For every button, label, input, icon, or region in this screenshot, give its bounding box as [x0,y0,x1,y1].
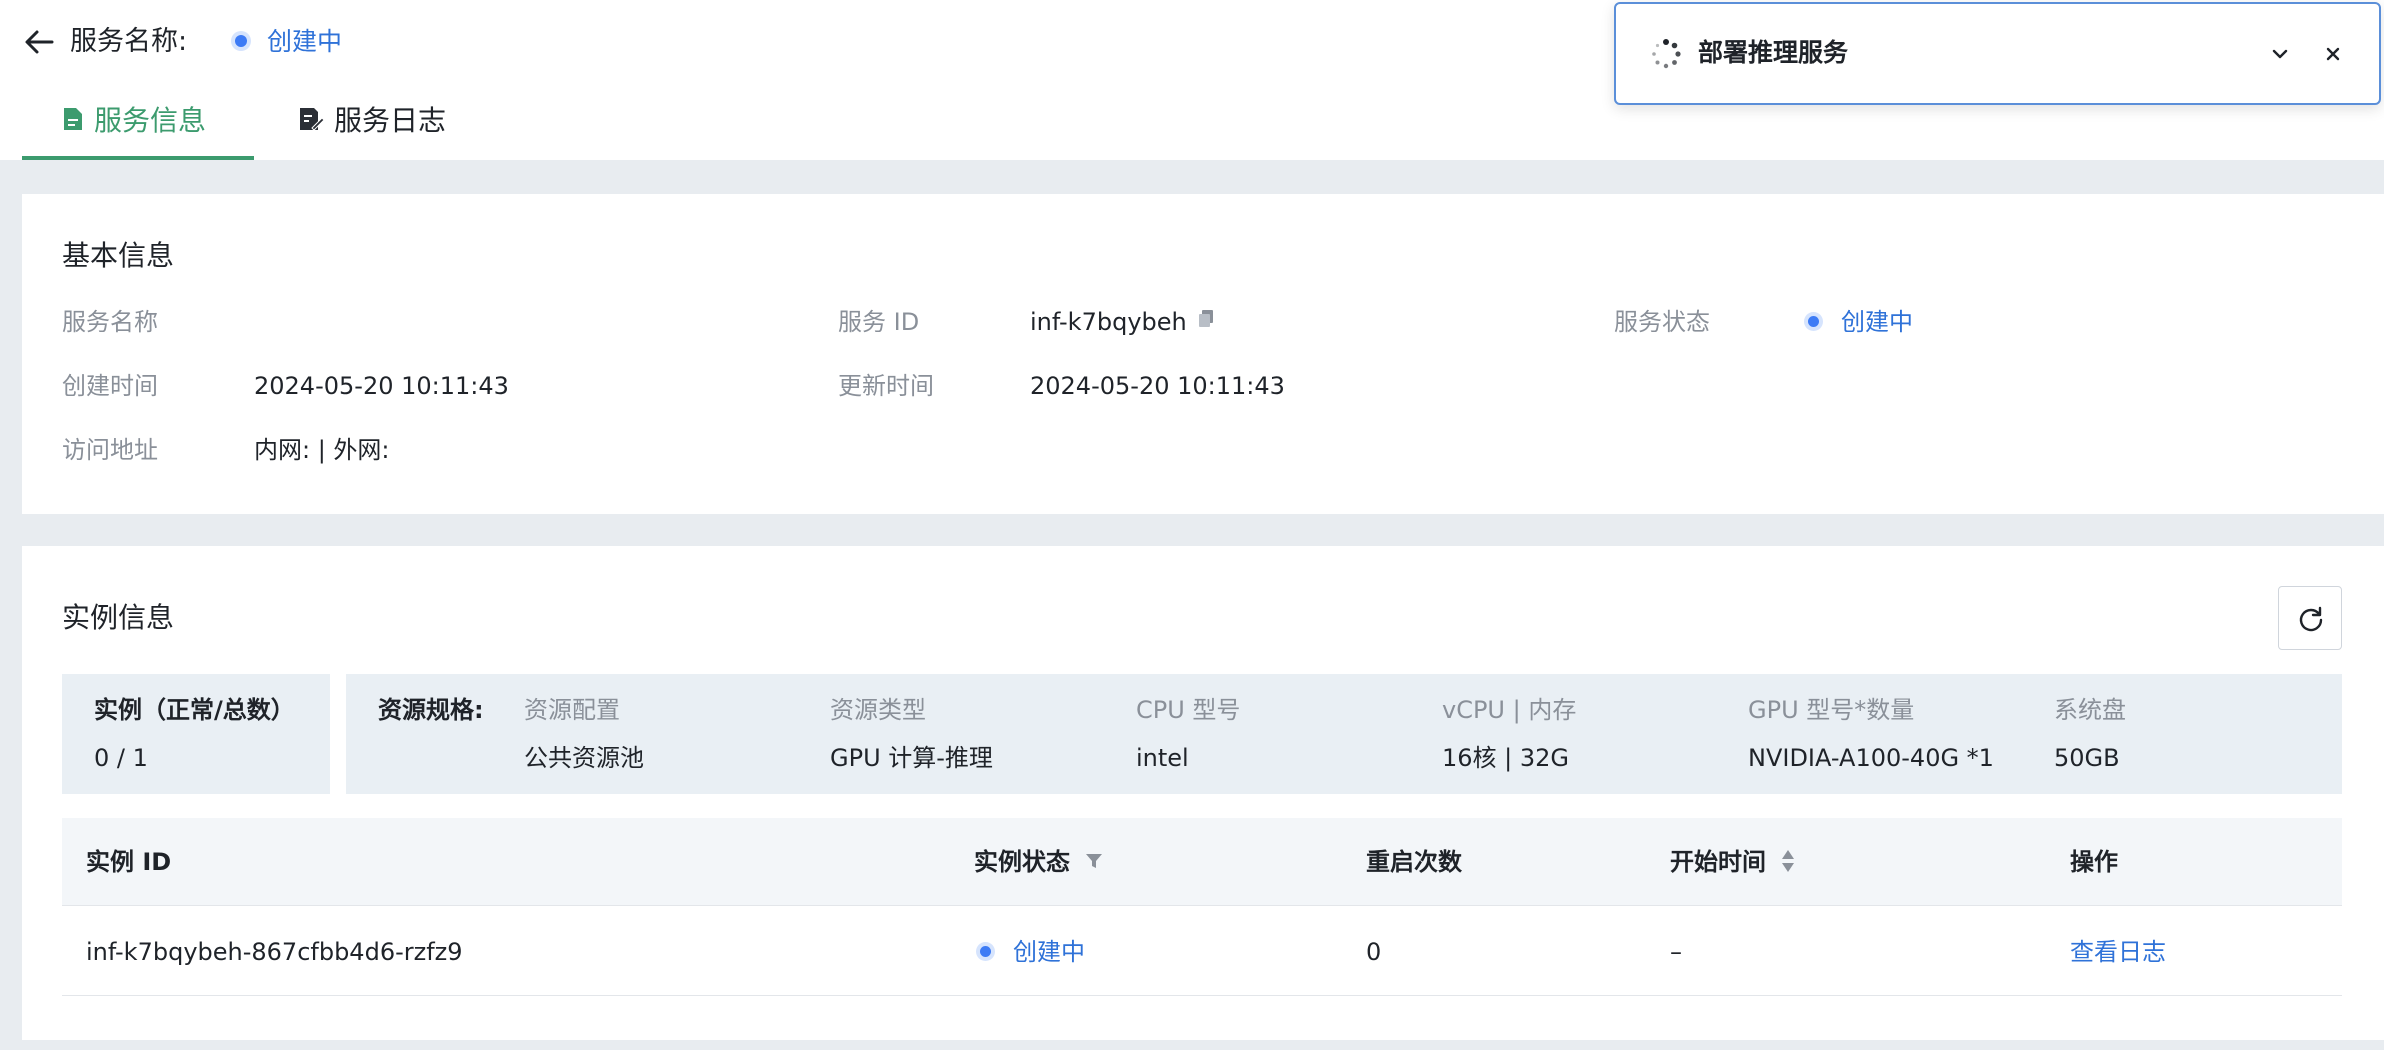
start-time-cell: – [1670,938,1682,966]
spec-cpu-model-label: CPU 型号 [1136,696,1241,724]
spec-resource-config-label: 资源配置 [524,696,620,724]
tab-label: 服务信息 [94,104,207,137]
column-header-restarts: 重启次数 [1366,848,1462,876]
resource-spec-box: 资源规格: 资源配置 公共资源池 资源类型 GPU 计算-推理 CPU 型号 i… [346,674,2342,794]
sort-icon[interactable] [1780,848,1796,874]
instance-count-label: 实例（正常/总数） [94,696,295,724]
chevron-down-icon[interactable] [2266,40,2294,68]
instance-info-title: 实例信息 [62,601,175,634]
column-header-label: 实例状态 [974,848,1070,876]
service-id-label: 服务 ID [838,308,920,336]
spec-vcpu-memory-value: 16核 | 32G [1442,744,1570,772]
service-id-value: inf-k7bqybeh [1030,304,1215,341]
spec-system-disk-label: 系统盘 [2054,696,2126,724]
refresh-icon [2299,606,2323,632]
close-icon[interactable] [2319,40,2347,68]
view-logs-link[interactable]: 查看日志 [2070,934,2166,970]
tab-service-logs[interactable]: 服务日志 [298,96,446,160]
created-time-label: 创建时间 [62,372,158,400]
access-address-value: 内网: | 外网: [254,436,390,464]
spec-cpu-model-value: intel [1136,744,1189,772]
tab-service-info[interactable]: 服务信息 [22,96,254,160]
instance-status-cell: 创建中 [980,934,1085,970]
deploy-notification: 部署推理服务 [1614,2,2381,105]
column-header-instance-status: 实例状态 [974,844,1104,880]
back-arrow-icon[interactable] [22,24,58,60]
spec-vcpu-memory-label: vCPU | 内存 [1442,696,1577,724]
status-dot-icon [1808,315,1819,327]
header-status-text: 创建中 [267,27,343,56]
instance-count-box: 实例（正常/总数） 0 / 1 [62,674,330,794]
spec-system-disk-value: 50GB [2054,744,2120,772]
spec-gpu-model-label: GPU 型号*数量 [1748,696,1915,724]
service-name-label: 服务名称: [70,26,188,57]
header-status: 创建中 [235,22,342,62]
loading-spinner-icon [1650,38,1682,70]
column-header-start-time: 开始时间 [1670,844,1796,880]
service-status-label: 服务状态 [1614,308,1710,336]
instance-count-value: 0 / 1 [94,744,148,772]
restart-count-cell: 0 [1366,938,1382,966]
basic-info-title: 基本信息 [62,239,175,272]
instance-info-card: 实例信息 实例（正常/总数） 0 / 1 资源规格: 资源配置 公共资源池 资源… [22,546,2384,1040]
updated-time-value: 2024-05-20 10:11:43 [1030,372,1285,400]
instance-status-text: 创建中 [1013,938,1085,966]
edit-document-icon [300,108,325,131]
column-header-instance-id: 实例 ID [86,848,172,876]
service-name-field-label: 服务名称 [62,308,158,336]
access-address-label: 访问地址 [62,436,158,464]
copy-icon[interactable] [1197,303,1215,339]
table-header: 实例 ID 实例状态 重启次数 开始时间 操作 [62,818,2342,906]
created-time-value: 2024-05-20 10:11:43 [254,372,509,400]
resource-spec-label: 资源规格: [378,696,484,724]
spec-gpu-model-value: NVIDIA-A100-40G *1 [1748,744,1994,772]
tab-label: 服务日志 [334,104,447,137]
status-dot-icon [980,945,991,957]
instance-id-cell: inf-k7bqybeh-867cfbb4d6-rzfz9 [86,938,463,966]
column-header-actions: 操作 [2070,848,2118,876]
filter-icon[interactable] [1084,851,1104,871]
service-status-value: 创建中 [1808,304,1913,340]
updated-time-label: 更新时间 [838,372,934,400]
service-id-text: inf-k7bqybeh [1030,308,1187,336]
basic-info-card: 基本信息 服务名称 服务 ID inf-k7bqybeh 服务状态 创建中 创建… [22,194,2384,514]
notification-title: 部署推理服务 [1698,38,1849,67]
refresh-button[interactable] [2278,586,2342,650]
spec-resource-config-value: 公共资源池 [524,744,644,772]
document-icon [64,108,82,130]
table-row: inf-k7bqybeh-867cfbb4d6-rzfz9 创建中 0 – 查看… [62,906,2342,996]
column-header-label: 开始时间 [1670,848,1766,876]
spec-resource-type-label: 资源类型 [830,696,926,724]
service-status-text: 创建中 [1841,308,1913,336]
status-dot-icon [235,35,247,47]
spec-resource-type-value: GPU 计算-推理 [830,744,993,772]
